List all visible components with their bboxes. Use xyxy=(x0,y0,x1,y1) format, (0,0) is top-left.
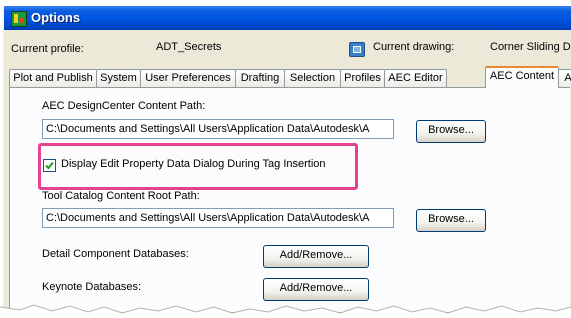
tab-selection[interactable]: Selection xyxy=(284,69,341,87)
current-drawing-label: Current drawing: xyxy=(373,41,455,53)
tab-aec-content[interactable]: AEC Content xyxy=(485,66,559,88)
designcenter-path-input[interactable]: C:\Documents and Settings\All Users\Appl… xyxy=(42,119,394,139)
current-drawing-value: Corner Sliding D xyxy=(490,41,571,53)
tool-catalog-path-label: Tool Catalog Content Root Path: xyxy=(42,190,200,202)
designcenter-path-label: AEC DesignCenter Content Path: xyxy=(42,100,206,112)
tab-system[interactable]: System xyxy=(96,69,141,87)
tab-aec-editor[interactable]: AEC Editor xyxy=(384,69,447,87)
checkmark-icon xyxy=(45,161,54,170)
torn-edge xyxy=(0,304,571,318)
tool-catalog-path-input[interactable]: C:\Documents and Settings\All Users\Appl… xyxy=(42,208,394,228)
detail-component-add-remove-button[interactable]: Add/Remove... xyxy=(263,245,369,268)
display-edit-property-label[interactable]: Display Edit Property Data Dialog During… xyxy=(61,158,326,170)
title-bar[interactable]: Options xyxy=(4,6,571,30)
tool-catalog-browse-button[interactable]: Browse... xyxy=(416,209,486,232)
keynote-add-remove-button[interactable]: Add/Remove... xyxy=(263,278,369,301)
window-title: Options xyxy=(31,10,81,25)
detail-component-label: Detail Component Databases: xyxy=(42,248,189,260)
current-profile-value: ADT_Secrets xyxy=(156,41,222,53)
designcenter-browse-button[interactable]: Browse... xyxy=(416,120,486,143)
tab-overflow[interactable]: A xyxy=(558,69,571,87)
current-profile-label: Current profile: xyxy=(11,43,84,55)
tab-plot-and-publish[interactable]: Plot and Publish xyxy=(9,69,97,87)
display-edit-property-checkbox[interactable] xyxy=(43,159,56,172)
drawing-file-icon xyxy=(349,42,365,57)
options-dialog: Options Current profile: ADT_Secrets Cur… xyxy=(4,6,571,312)
keynote-label: Keynote Databases: xyxy=(42,281,142,293)
tab-drafting[interactable]: Drafting xyxy=(235,69,285,87)
app-icon xyxy=(11,11,27,27)
tab-user-preferences[interactable]: User Preferences xyxy=(140,69,236,87)
tab-profiles[interactable]: Profiles xyxy=(340,69,385,87)
